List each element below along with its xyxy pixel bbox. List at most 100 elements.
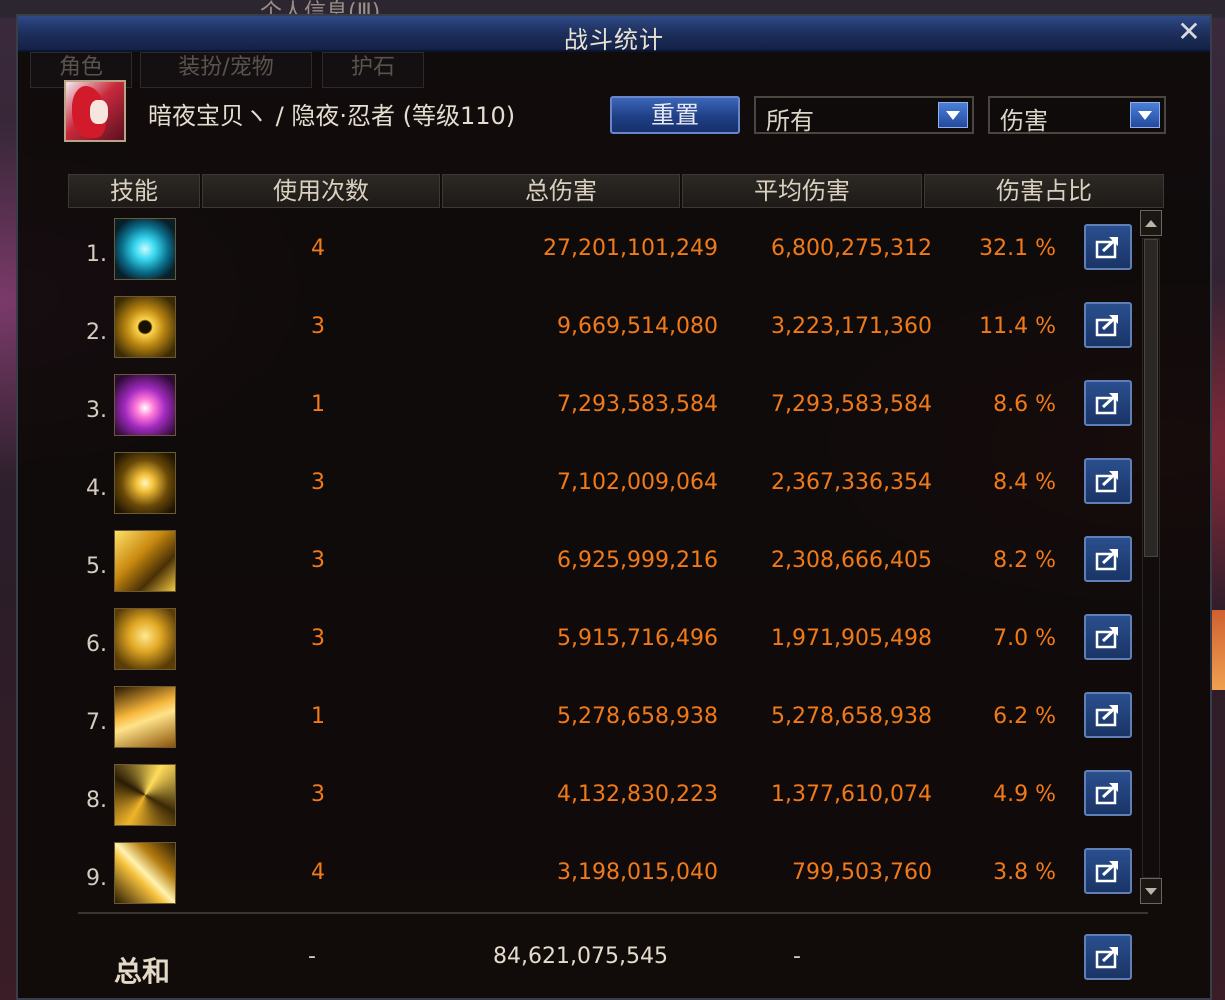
row-rank: 9. xyxy=(86,866,107,891)
chevron-down-icon[interactable] xyxy=(1130,102,1160,128)
golden-cross-slash-icon xyxy=(114,452,176,514)
golden-lion-icon xyxy=(114,608,176,670)
header-uses[interactable]: 使用次数 xyxy=(202,174,440,208)
golden-flame-icon xyxy=(114,686,176,748)
window-title: 战斗统计 xyxy=(564,26,664,54)
total-damage: 84,621,075,545 xyxy=(493,944,668,969)
row-detail-button[interactable] xyxy=(1084,848,1132,894)
row-uses: 1 xyxy=(311,704,325,729)
scroll-up-button[interactable] xyxy=(1140,210,1162,236)
table-row: 5. 3 6,925,999,216 2,308,666,405 8.2 % xyxy=(68,530,1148,608)
avatar xyxy=(64,80,126,142)
row-detail-button[interactable] xyxy=(1084,224,1132,270)
table-header: 技能 使用次数 总伤害 平均伤害 伤害占比 xyxy=(68,174,1164,208)
golden-eye-icon xyxy=(114,296,176,358)
scroll-thumb[interactable] xyxy=(1144,239,1158,557)
total-avg: - xyxy=(793,944,801,969)
row-damage-share: 11.4 % xyxy=(979,314,1056,339)
row-detail-button[interactable] xyxy=(1084,692,1132,738)
background-tab-avatar-pet: 装扮/宠物 xyxy=(140,52,312,88)
row-avg-damage: 2,308,666,405 xyxy=(771,548,932,573)
table-row: 4. 3 7,102,009,064 2,367,336,354 8.4 % xyxy=(68,452,1148,530)
row-detail-button[interactable] xyxy=(1084,536,1132,582)
divider xyxy=(78,912,1148,914)
export-icon xyxy=(1095,549,1118,571)
export-icon xyxy=(1095,393,1118,415)
row-uses: 4 xyxy=(311,236,325,261)
golden-dragon-icon xyxy=(114,530,176,592)
row-avg-damage: 5,278,658,938 xyxy=(771,704,932,729)
combat-stats-window: 战斗统计 ✕ 角色 装扮/宠物 护石 暗夜宝贝ヽ / 隐夜·忍者 (等级110)… xyxy=(16,14,1212,1000)
background-tab-talisman: 护石 xyxy=(322,52,424,88)
row-damage-share: 8.4 % xyxy=(993,470,1056,495)
header-total-damage[interactable]: 总伤害 xyxy=(442,174,680,208)
close-button[interactable]: ✕ xyxy=(1174,18,1204,46)
row-avg-damage: 6,800,275,312 xyxy=(771,236,932,261)
row-rank: 7. xyxy=(86,710,107,735)
row-rank: 8. xyxy=(86,788,107,813)
total-label: 总和 xyxy=(114,955,171,988)
row-rank: 1. xyxy=(86,242,107,267)
export-icon xyxy=(1095,627,1118,649)
row-damage-share: 8.6 % xyxy=(993,392,1056,417)
purple-burst-icon xyxy=(114,374,176,436)
row-rank: 5. xyxy=(86,554,107,579)
row-damage-share: 3.8 % xyxy=(993,860,1056,885)
export-icon xyxy=(1095,861,1118,883)
row-uses: 3 xyxy=(311,548,325,573)
row-damage-share: 8.2 % xyxy=(993,548,1056,573)
table-row: 9. 4 3,198,015,040 799,503,760 3.8 % xyxy=(68,842,1148,920)
export-icon xyxy=(1095,705,1118,727)
export-icon xyxy=(1095,947,1118,969)
background-glow xyxy=(1211,610,1225,690)
metric-dropdown[interactable]: 伤害 xyxy=(988,96,1166,135)
total-detail-button[interactable] xyxy=(1084,934,1132,980)
row-uses: 3 xyxy=(311,470,325,495)
row-detail-button[interactable] xyxy=(1084,614,1132,660)
row-detail-button[interactable] xyxy=(1084,770,1132,816)
table-row: 8. 3 4,132,830,223 1,377,610,074 4.9 % xyxy=(68,764,1148,842)
row-avg-damage: 799,503,760 xyxy=(792,860,932,885)
table-row: 1. 4 27,201,101,249 6,800,275,312 32.1 % xyxy=(68,218,1148,296)
row-uses: 4 xyxy=(311,860,325,885)
scrollbar[interactable] xyxy=(1140,210,1162,904)
chevron-down-icon[interactable] xyxy=(938,102,968,128)
row-rank: 4. xyxy=(86,476,107,501)
filter-dropdown[interactable]: 所有 xyxy=(754,96,974,135)
row-damage-share: 7.0 % xyxy=(993,626,1056,651)
row-uses: 3 xyxy=(311,314,325,339)
row-detail-button[interactable] xyxy=(1084,302,1132,348)
character-label: 暗夜宝贝ヽ / 隐夜·忍者 (等级110) xyxy=(148,102,516,130)
header-damage-share[interactable]: 伤害占比 xyxy=(924,174,1164,208)
window-titlebar[interactable]: 战斗统计 ✕ xyxy=(18,16,1210,54)
header-avg-damage[interactable]: 平均伤害 xyxy=(682,174,922,208)
table-row: 6. 3 5,915,716,496 1,971,905,498 7.0 % xyxy=(68,608,1148,686)
row-avg-damage: 3,223,171,360 xyxy=(771,314,932,339)
row-detail-button[interactable] xyxy=(1084,380,1132,426)
scroll-track[interactable] xyxy=(1142,238,1160,878)
scroll-down-button[interactable] xyxy=(1140,878,1162,904)
metric-dropdown-value: 伤害 xyxy=(1000,107,1048,135)
avatar-face xyxy=(90,100,108,124)
cyan-orb-icon xyxy=(114,218,176,280)
export-icon xyxy=(1095,237,1118,259)
table-row: 7. 1 5,278,658,938 5,278,658,938 6.2 % xyxy=(68,686,1148,764)
table-row: 3. 1 7,293,583,584 7,293,583,584 8.6 % xyxy=(68,374,1148,452)
header-skill[interactable]: 技能 xyxy=(68,174,200,208)
export-icon xyxy=(1095,783,1118,805)
row-rank: 6. xyxy=(86,632,107,657)
row-damage-share: 6.2 % xyxy=(993,704,1056,729)
row-detail-button[interactable] xyxy=(1084,458,1132,504)
reset-button[interactable]: 重置 xyxy=(610,96,740,134)
filter-dropdown-value: 所有 xyxy=(766,107,814,135)
row-uses: 3 xyxy=(311,626,325,651)
golden-kunai-icon xyxy=(114,842,176,904)
row-avg-damage: 1,971,905,498 xyxy=(771,626,932,651)
row-avg-damage: 7,293,583,584 xyxy=(771,392,932,417)
row-uses: 1 xyxy=(311,392,325,417)
row-avg-damage: 1,377,610,074 xyxy=(771,782,932,807)
total-uses: - xyxy=(308,944,316,969)
export-icon xyxy=(1095,315,1118,337)
golden-spiral-icon xyxy=(114,764,176,826)
table-row: 2. 3 9,669,514,080 3,223,171,360 11.4 % xyxy=(68,296,1148,374)
